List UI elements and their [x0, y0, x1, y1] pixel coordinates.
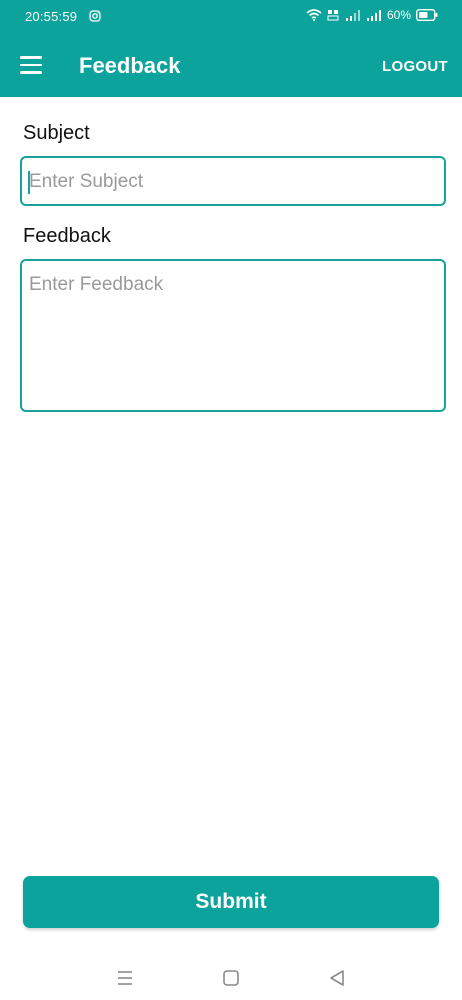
status-time: 20:55:59 — [25, 9, 78, 24]
battery-percent: 60% — [386, 8, 411, 22]
subject-placeholder: Enter Subject — [29, 171, 144, 192]
wifi-icon — [306, 9, 322, 21]
system-nav-bar — [0, 960, 462, 1000]
subject-label: Subject — [23, 122, 90, 144]
signal-icon — [345, 10, 360, 21]
logout-button[interactable]: LOGOUT — [382, 58, 448, 75]
instagram-icon — [89, 10, 101, 22]
subject-input[interactable]: Enter Subject — [20, 156, 446, 206]
feedback-label: Feedback — [23, 225, 111, 247]
status-icons: 60% — [306, 8, 438, 22]
back-icon[interactable] — [325, 966, 349, 990]
signal-icon-2 — [366, 10, 381, 21]
app-bar: 20:55:59 60% Feedback LOGOUT — [0, 0, 462, 97]
feedback-textarea[interactable]: Enter Feedback — [20, 259, 446, 412]
battery-icon — [416, 9, 438, 21]
home-icon[interactable] — [219, 966, 243, 990]
page-title: Feedback — [79, 53, 181, 78]
toolbar: Feedback LOGOUT — [0, 44, 462, 90]
hamburger-menu-icon[interactable] — [20, 56, 42, 74]
submit-button[interactable]: Submit — [23, 876, 439, 928]
status-bar: 20:55:59 60% — [0, 0, 462, 34]
volte-icon — [327, 9, 339, 20]
recents-icon[interactable] — [113, 966, 137, 990]
feedback-placeholder: Enter Feedback — [29, 274, 164, 295]
